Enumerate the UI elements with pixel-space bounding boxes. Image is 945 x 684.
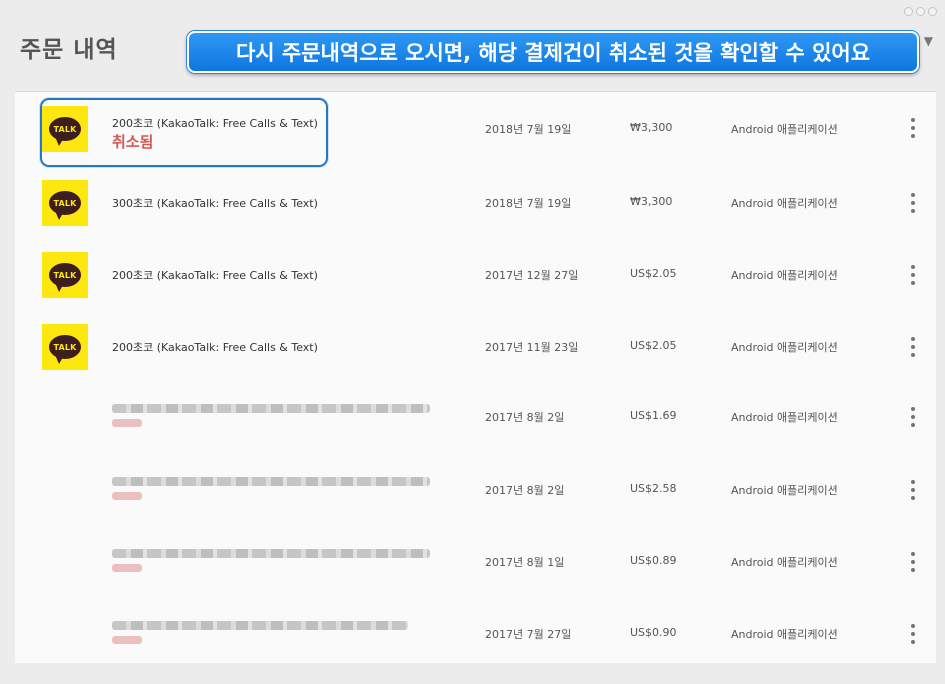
order-row[interactable]: TALK 300초코 (KakaoTalk: Free Calls & Text… bbox=[15, 166, 936, 238]
order-date: 2018년 7월 19일 bbox=[485, 123, 572, 136]
order-platform: Android 애플리케이션 bbox=[731, 556, 838, 569]
order-row[interactable]: TALK 200초코 (KakaoTalk: Free Calls & Text… bbox=[15, 238, 936, 310]
redacted-item-name bbox=[112, 477, 430, 486]
more-options-icon[interactable] bbox=[908, 337, 918, 357]
kakaotalk-icon: TALK bbox=[42, 252, 88, 298]
order-date: 2017년 11월 23일 bbox=[485, 341, 579, 354]
item-name: 200초코 (KakaoTalk: Free Calls & Text) bbox=[112, 269, 318, 282]
redacted-status bbox=[112, 492, 142, 500]
window-dot-icon[interactable] bbox=[916, 7, 925, 16]
order-date: 2017년 8월 2일 bbox=[485, 411, 565, 424]
order-price: ₩3,300 bbox=[630, 195, 673, 208]
chevron-down-icon[interactable]: ▼ bbox=[924, 34, 933, 48]
highlight-box bbox=[40, 98, 328, 167]
instruction-callout: 다시 주문내역으로 오시면, 해당 결제건이 취소된 것을 확인할 수 있어요 bbox=[187, 31, 919, 73]
order-row[interactable]: 2017년 8월 2일 US$1.69 Android 애플리케이션 bbox=[15, 382, 936, 454]
more-options-icon[interactable] bbox=[908, 407, 918, 427]
item-name: 200초코 (KakaoTalk: Free Calls & Text) bbox=[112, 341, 318, 354]
order-date: 2017년 8월 2일 bbox=[485, 484, 565, 497]
order-platform: Android 애플리케이션 bbox=[731, 197, 838, 210]
order-row[interactable]: TALK 200초코 (KakaoTalk: Free Calls & Text… bbox=[15, 310, 936, 382]
window-dot-icon[interactable] bbox=[928, 7, 937, 16]
order-price: ₩3,300 bbox=[630, 121, 673, 134]
order-date: 2017년 12월 27일 bbox=[485, 269, 579, 282]
redacted-status bbox=[112, 419, 142, 427]
redacted-item-name bbox=[112, 549, 430, 558]
more-options-icon[interactable] bbox=[908, 265, 918, 285]
more-options-icon[interactable] bbox=[908, 193, 918, 213]
order-row[interactable]: 2017년 8월 2일 US$2.58 Android 애플리케이션 bbox=[15, 454, 936, 526]
order-platform: Android 애플리케이션 bbox=[731, 411, 838, 424]
order-date: 2018년 7월 19일 bbox=[485, 197, 572, 210]
more-options-icon[interactable] bbox=[908, 552, 918, 572]
order-platform: Android 애플리케이션 bbox=[731, 269, 838, 282]
order-price: US$2.58 bbox=[630, 482, 677, 495]
order-date: 2017년 8월 1일 bbox=[485, 556, 565, 569]
order-price: US$0.90 bbox=[630, 626, 677, 639]
redacted-item-name bbox=[112, 404, 430, 413]
page-title: 주문 내역 bbox=[20, 37, 118, 63]
kakaotalk-icon: TALK bbox=[42, 180, 88, 226]
redacted-item-name bbox=[112, 621, 408, 630]
more-options-icon[interactable] bbox=[908, 118, 918, 138]
item-name: 300초코 (KakaoTalk: Free Calls & Text) bbox=[112, 197, 318, 210]
more-options-icon[interactable] bbox=[908, 624, 918, 644]
window-dot-icon[interactable] bbox=[904, 7, 913, 16]
order-price: US$0.89 bbox=[630, 554, 677, 567]
order-price: US$2.05 bbox=[630, 267, 677, 280]
order-row[interactable]: 2017년 8월 1일 US$0.89 Android 애플리케이션 bbox=[15, 526, 936, 598]
redacted-status bbox=[112, 564, 142, 572]
order-list: TALK 200초코 (KakaoTalk: Free Calls & Text… bbox=[15, 91, 936, 663]
order-platform: Android 애플리케이션 bbox=[731, 123, 838, 136]
order-price: US$1.69 bbox=[630, 409, 677, 422]
order-date: 2017년 7월 27일 bbox=[485, 628, 572, 641]
order-price: US$2.05 bbox=[630, 339, 677, 352]
more-options-icon[interactable] bbox=[908, 480, 918, 500]
order-platform: Android 애플리케이션 bbox=[731, 628, 838, 641]
window-controls bbox=[904, 7, 937, 16]
order-platform: Android 애플리케이션 bbox=[731, 484, 838, 497]
order-platform: Android 애플리케이션 bbox=[731, 341, 838, 354]
order-row[interactable]: 2017년 7월 27일 US$0.90 Android 애플리케이션 bbox=[15, 598, 936, 663]
kakaotalk-icon: TALK bbox=[42, 324, 88, 370]
redacted-status bbox=[112, 636, 142, 644]
